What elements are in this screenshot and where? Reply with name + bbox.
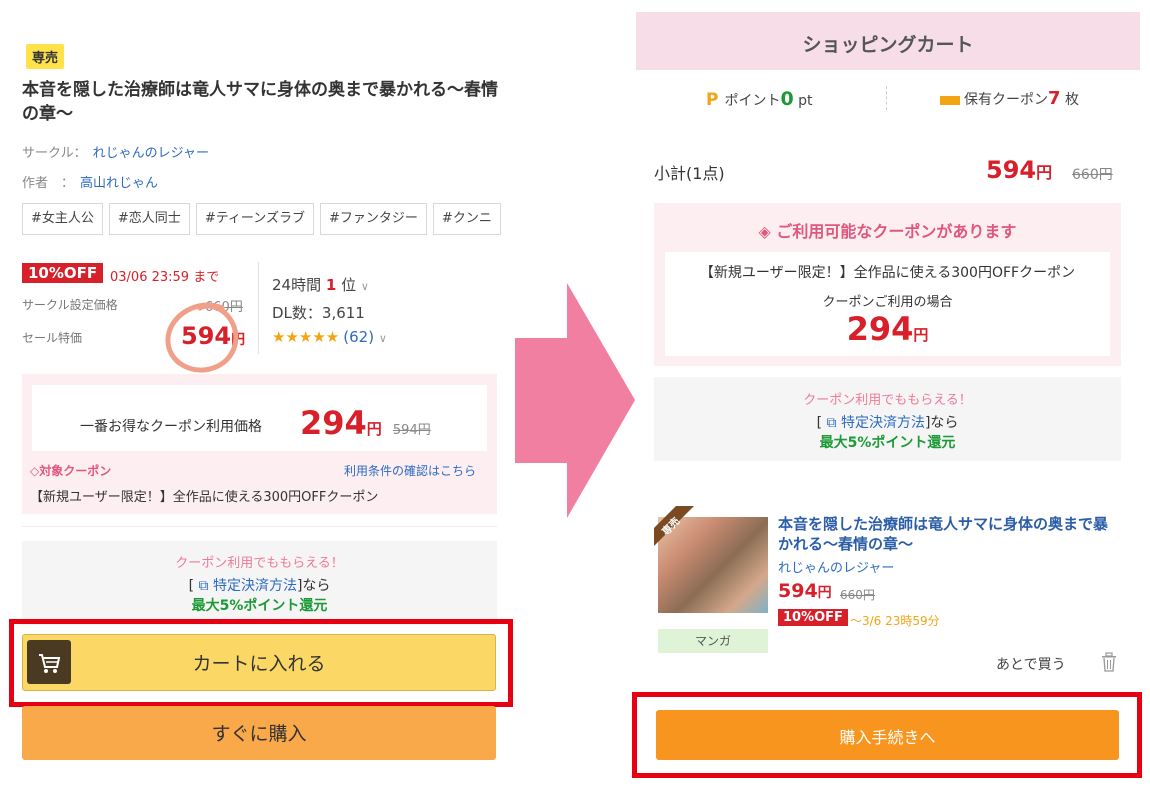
hand-drawn-circle-icon xyxy=(165,302,239,373)
coupon-count: 7 xyxy=(1048,88,1061,109)
circle-price-label: サークル設定価格 xyxy=(22,298,118,312)
coupon-price-value: 294 xyxy=(846,310,914,348)
chevron-down-icon: ∨ xyxy=(378,332,387,345)
coupon-name: 【新規ユーザー限定！】全作品に使える300円OFFクーポン xyxy=(30,490,379,505)
tag-item[interactable]: #クンニ xyxy=(432,203,501,235)
author-label: 作者 ： xyxy=(22,176,75,191)
target-coupon-label: ◇対象クーポン xyxy=(30,462,111,479)
payment-post: ]なら xyxy=(296,578,331,594)
divider xyxy=(886,86,887,110)
rank-prefix: 24時間 xyxy=(272,276,322,294)
yen-unit: 円 xyxy=(817,585,832,601)
cart-title: ショッピングカート xyxy=(802,34,974,56)
trash-icon[interactable] xyxy=(1100,652,1118,672)
circle-link[interactable]: れじゃんのレジャー xyxy=(93,146,209,161)
product-page-panel: 専売 本音を隠した治療師は竜人サマに身体の奥まで暴かれる〜春情の章〜 サークル：… xyxy=(0,0,520,800)
tag-item[interactable]: #女主人公 xyxy=(22,203,103,235)
rank-number: 1 xyxy=(325,276,337,294)
coupon-available-notice[interactable]: ◈ ご利用可能なクーポンがあります xyxy=(654,218,1121,242)
coupon-count-display[interactable]: 保有クーポン7 枚 xyxy=(940,88,1079,109)
proceed-to-checkout-label[interactable]: 購入手続きへ xyxy=(656,724,1119,748)
target-coupon-text: 対象クーポン xyxy=(39,464,112,478)
point-return-text: 最大5%ポイント還元 xyxy=(191,598,328,614)
rank-suffix: 位 xyxy=(341,276,357,294)
product-title: 本音を隠した治療師は竜人サマに身体の奥まで暴かれる〜春情の章〜 xyxy=(22,80,498,124)
buy-now-label[interactable]: すぐに購入 xyxy=(22,719,496,746)
yen-unit: 円 xyxy=(913,326,929,344)
payment-post: ]なら xyxy=(924,415,959,431)
point-return-text: 最大5%ポイント還元 xyxy=(819,435,956,451)
cart-product-old-price: 660円 xyxy=(840,588,875,602)
chevron-down-icon: ∨ xyxy=(360,280,369,293)
best-coupon-price: 294円 594円 xyxy=(300,404,431,442)
coupon-label: 保有クーポン xyxy=(964,92,1048,108)
divider xyxy=(258,262,259,354)
yen-unit: 円 xyxy=(1036,163,1053,182)
cart-product-price: 594円 xyxy=(778,580,832,602)
author-link[interactable]: 高山れじゃん xyxy=(80,176,158,191)
divider xyxy=(22,526,497,527)
external-window-icon: ⧉ xyxy=(822,415,841,431)
when-using-label: クーポンご利用の場合 xyxy=(822,295,953,310)
tag-list: #女主人公 #恋人同士 #ティーンズラブ #ファンタジー #クンニ xyxy=(22,203,512,237)
best-price-value: 294 xyxy=(300,404,367,442)
coupon-available-text: ご利用可能なクーポンがあります xyxy=(776,222,1017,241)
coupon-tag-icon: ◈ xyxy=(758,222,777,241)
star-icons: ★★★★★ xyxy=(272,328,340,346)
cart-product-discount-badge: 10%OFF xyxy=(778,609,848,626)
cart-product-title[interactable]: 本音を隠した治療師は竜人サマに身体の奥まで暴かれる〜春情の章〜 xyxy=(778,514,1118,554)
coupon-ticket-icon xyxy=(940,95,960,105)
ranking[interactable]: 24時間 1 位 ∨ xyxy=(272,274,369,295)
circle-label: サークル： xyxy=(22,146,87,161)
review-count: (62) xyxy=(343,328,375,346)
external-window-icon: ⧉ xyxy=(194,578,213,594)
best-coupon-label: 一番お得なクーポン利用価格 xyxy=(80,419,262,435)
tag-icon: ◇ xyxy=(30,464,40,478)
exclusive-badge: 専売 xyxy=(26,44,65,69)
discount-badge: 10%OFF xyxy=(22,263,104,283)
arrow-right-icon xyxy=(515,283,635,518)
sale-label: セール特価 xyxy=(22,331,83,345)
coupon-promo: クーポン利用でももらえる！ xyxy=(175,556,344,571)
best-price-old: 594円 xyxy=(392,423,431,438)
tag-item[interactable]: #恋人同士 xyxy=(108,203,190,235)
points-value: 0 xyxy=(780,88,794,110)
cart-product-discount-deadline: 〜3/6 23時59分 xyxy=(850,614,940,628)
payment-method-row: [ ⧉ 特定決済方法]なら xyxy=(654,412,1121,432)
terms-link[interactable]: 利用条件の確認はこちら xyxy=(344,462,476,479)
point-icon: P xyxy=(706,90,719,110)
subtotal-value: 594 xyxy=(986,156,1037,184)
discount-deadline: 03/06 23:59 まで xyxy=(110,270,220,285)
points-label: ポイント xyxy=(724,93,781,109)
author-row: 作者 ： 高山れじゃん xyxy=(22,172,158,191)
cart-product-price-value: 594 xyxy=(778,580,818,602)
points-unit: pt xyxy=(798,93,813,109)
add-to-cart-label[interactable]: カートに入れる xyxy=(22,649,496,676)
yen-unit: 円 xyxy=(366,420,382,438)
subtotal-old-price: 660円 xyxy=(1072,167,1113,183)
subtotal-label: 小計(1点) xyxy=(654,164,725,183)
points-display: P ポイント0 pt xyxy=(706,88,813,110)
download-count: DL数：3,611 xyxy=(272,304,365,322)
buy-later-link[interactable]: あとで買う xyxy=(996,654,1066,674)
tag-item[interactable]: #ティーンズラブ xyxy=(195,203,315,235)
cart-product-circle[interactable]: れじゃんのレジャー xyxy=(778,557,894,576)
payment-method-link[interactable]: 特定決済方法 xyxy=(213,578,297,594)
tag-item[interactable]: #ファンタジー xyxy=(320,203,427,235)
subtotal-price: 594円 xyxy=(986,156,1052,184)
circle-row: サークル： れじゃんのレジャー xyxy=(22,142,209,161)
payment-method-link[interactable]: 特定決済方法 xyxy=(841,415,925,431)
coupon-price: 294円 xyxy=(665,310,1110,348)
coupon-unit: 枚 xyxy=(1064,92,1079,108)
product-type-tag: マンガ xyxy=(658,629,768,653)
coupon-promo: クーポン利用でももらえる！ xyxy=(803,393,972,408)
payment-method-row: [ ⧉ 特定決済方法]なら xyxy=(22,575,497,595)
rating[interactable]: ★★★★★ (62) ∨ xyxy=(272,328,387,346)
coupon-name: 【新規ユーザー限定！】全作品に使える300円OFFクーポン xyxy=(699,265,1076,281)
